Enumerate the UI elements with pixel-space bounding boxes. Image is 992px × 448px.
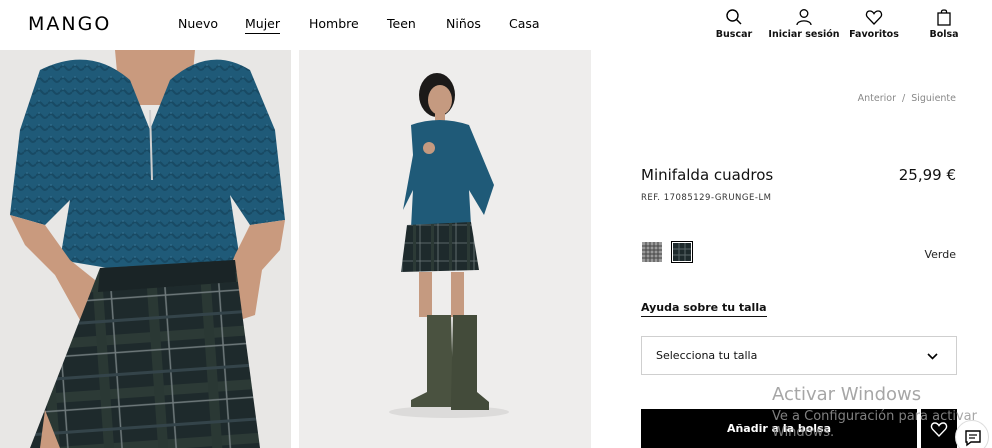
product-image-fullbody[interactable] [299, 50, 591, 448]
mango-logo[interactable]: MANGO [28, 13, 111, 35]
product-name: Minifalda cuadros [641, 166, 774, 184]
breadcrumb: Anterior / Siguiente [858, 93, 956, 104]
nav-item-nuevo[interactable]: Nuevo [178, 16, 218, 31]
search-label: Buscar [715, 29, 753, 40]
windows-activation-watermark: Activar Windows Ve a Configuración para … [772, 384, 977, 441]
login-button[interactable]: Iniciar sesión [764, 8, 844, 40]
product-image-closeup[interactable] [0, 50, 291, 448]
next-link[interactable]: Siguiente [911, 93, 956, 104]
color-swatch-dark[interactable] [671, 241, 693, 263]
size-selector-placeholder: Selecciona tu talla [656, 349, 758, 362]
product-reference: REF. 17085129-GRUNGE-LM [641, 193, 772, 203]
nav-item-teen[interactable]: Teen [387, 16, 416, 31]
search-icon [726, 9, 742, 25]
breadcrumb-separator: / [902, 93, 906, 104]
nav-item-casa[interactable]: Casa [509, 16, 540, 31]
fullbody-illustration [299, 50, 591, 448]
nav-item-hombre[interactable]: Hombre [309, 16, 359, 31]
nav-item-ninos[interactable]: Niños [446, 16, 481, 31]
bag-button[interactable]: Bolsa [904, 8, 984, 40]
bag-label: Bolsa [929, 29, 959, 40]
closeup-illustration [0, 50, 291, 448]
selected-color-name: Verde [924, 248, 956, 261]
bag-icon [937, 9, 951, 26]
product-price: 25,99 € [898, 166, 956, 184]
watermark-line-2: Ve a Configuración para activar [772, 409, 977, 424]
heart-icon [865, 10, 883, 25]
watermark-title: Activar Windows [772, 384, 922, 405]
nav-item-mujer[interactable]: Mujer [245, 16, 281, 34]
login-label: Iniciar sesión [768, 29, 840, 40]
size-selector[interactable]: Selecciona tu talla [641, 336, 957, 375]
search-button[interactable]: Buscar [694, 8, 774, 40]
user-icon [796, 9, 812, 26]
watermark-line-3: Windows. [772, 425, 835, 440]
color-swatch-light[interactable] [642, 242, 662, 262]
chat-button[interactable] [955, 420, 989, 448]
favorites-label: Favoritos [849, 29, 899, 40]
favorites-button[interactable]: Favoritos [834, 8, 914, 40]
prev-link[interactable]: Anterior [858, 93, 896, 104]
site-header: MANGO Nuevo Mujer Hombre Teen Niños Casa… [0, 0, 992, 50]
chat-icon [965, 430, 981, 447]
plaid-swatch-icon [642, 242, 662, 262]
size-help-link[interactable]: Ayuda sobre tu talla [641, 301, 767, 317]
chevron-down-icon [927, 353, 938, 360]
plaid-dark-swatch-icon [673, 243, 691, 261]
